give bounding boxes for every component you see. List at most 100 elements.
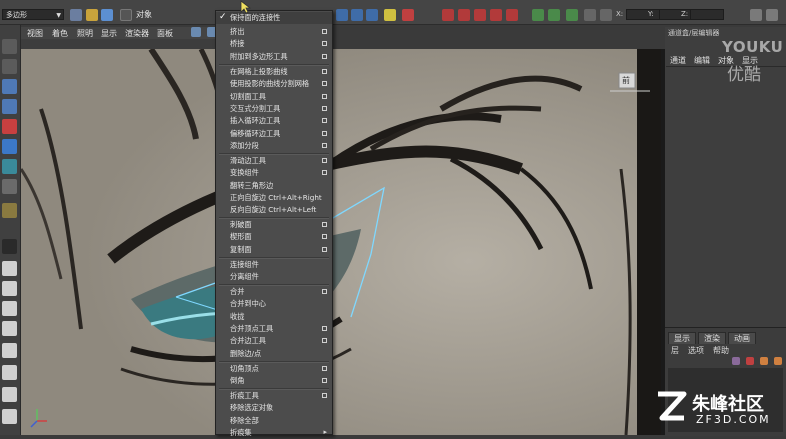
select-tool-icon[interactable] xyxy=(2,39,17,54)
menu-item-crease-sets[interactable]: 折痕集 ▸ xyxy=(216,427,332,439)
x-field[interactable] xyxy=(626,9,660,20)
layer-menu-help[interactable]: 帮助 xyxy=(713,345,729,356)
menu-item-keep-faces-together[interactable]: ✓ 保持面的连接性 xyxy=(216,12,332,25)
menu-item-remove-all[interactable]: 移除全部 xyxy=(216,415,332,427)
uv-layout-icon[interactable] xyxy=(2,409,17,424)
sidebar-toggle-icon[interactable] xyxy=(750,9,762,21)
option-box-icon[interactable] xyxy=(322,81,327,87)
menu-item-merge-vertex-tool[interactable]: 合并顶点工具 xyxy=(216,323,332,335)
option-box-icon[interactable] xyxy=(322,69,327,74)
option-box-icon[interactable] xyxy=(322,118,327,124)
magnet-icon[interactable] xyxy=(442,9,454,21)
menu-item-collapse[interactable]: 收拢 xyxy=(216,311,332,323)
option-box-icon[interactable] xyxy=(322,366,327,371)
option-box-icon[interactable] xyxy=(322,170,327,176)
menu-item-merge[interactable]: 合并 xyxy=(216,286,332,298)
ipr-render-icon[interactable] xyxy=(566,9,578,21)
menu-item-connect-components[interactable]: 连接组件 xyxy=(216,259,332,271)
viewport-menu-renderer[interactable]: 渲染器 xyxy=(125,28,149,39)
menu-item-delete-edge-vertex[interactable]: 删除边/点 xyxy=(216,348,332,360)
viewport-menu-shading[interactable]: 着色 xyxy=(52,28,68,39)
menu-item-detach-component[interactable]: 分离组件 xyxy=(216,271,332,283)
single-view-icon[interactable] xyxy=(2,261,17,276)
perspective-viewport[interactable] xyxy=(21,49,661,435)
new-layer-selected-icon[interactable] xyxy=(746,357,754,365)
rotate-tool-icon[interactable] xyxy=(2,119,17,134)
option-box-icon[interactable] xyxy=(322,378,327,384)
channel-box-menu-channels[interactable]: 通道 xyxy=(670,55,686,66)
viewport-camera-icon[interactable] xyxy=(191,27,201,37)
menu-item-bevel[interactable]: 倒角 xyxy=(216,375,332,387)
menu-set-select[interactable]: 多边形 ▼ xyxy=(2,9,64,20)
menu-item-merge-to-center[interactable]: 合并到中心 xyxy=(216,298,332,310)
option-box-icon[interactable] xyxy=(322,41,327,47)
option-box-icon[interactable] xyxy=(322,29,327,34)
option-box-icon[interactable] xyxy=(322,105,327,111)
menu-item-interactive-split[interactable]: 交互式分割工具 xyxy=(216,103,332,115)
menu-item-spin-edge-backward[interactable]: 反向自旋边 Ctrl+Alt+Left xyxy=(216,204,332,216)
viewport-menu-panels[interactable]: 面板 xyxy=(157,28,173,39)
option-box-icon[interactable] xyxy=(322,338,327,344)
option-box-icon[interactable] xyxy=(322,246,327,252)
history-icon[interactable] xyxy=(402,9,414,21)
layer-tab-anim[interactable]: 动画 xyxy=(728,332,756,344)
layer-options-icon[interactable] xyxy=(774,357,782,365)
menu-item-offset-edge-loop[interactable]: 偏移循环边工具 xyxy=(216,128,332,140)
snap-point-icon[interactable] xyxy=(366,9,378,21)
side-by-side-icon[interactable] xyxy=(2,301,17,316)
magnet-icon[interactable] xyxy=(490,9,502,21)
layer-options-icon[interactable] xyxy=(760,357,768,365)
menu-item-spin-edge-forward[interactable]: 正向自旋边 Ctrl+Alt+Right xyxy=(216,192,332,204)
option-box-icon[interactable] xyxy=(322,53,327,59)
z-field[interactable] xyxy=(690,9,724,20)
option-box-icon[interactable] xyxy=(322,234,327,240)
menu-item-insert-edge-loop[interactable]: 插入循环边工具 xyxy=(216,115,332,127)
menu-item-crease-tool[interactable]: 折痕工具 xyxy=(216,390,332,402)
snap-curve-icon[interactable] xyxy=(351,9,363,21)
menu-item-cut-faces[interactable]: 切割面工具 xyxy=(216,91,332,103)
paint-select-icon[interactable] xyxy=(2,79,17,94)
menu-item-transform-component[interactable]: 变换组件 xyxy=(216,167,332,179)
menu-item-extrude[interactable]: 挤出 xyxy=(216,26,332,38)
menu-item-split-mesh-with-curve[interactable]: 使用投影的曲线分割网格 xyxy=(216,78,332,90)
new-layer-icon[interactable] xyxy=(732,357,740,365)
option-box-icon[interactable] xyxy=(322,289,327,294)
save-icon[interactable] xyxy=(101,9,113,21)
option-box-icon[interactable] xyxy=(322,93,327,99)
channel-box-menu-edit[interactable]: 编辑 xyxy=(694,55,710,66)
outliner-layout-icon[interactable] xyxy=(2,343,17,358)
menu-item-duplicate-face[interactable]: 复制面 xyxy=(216,244,332,256)
magnet-icon[interactable] xyxy=(458,9,470,21)
soft-mod-icon[interactable] xyxy=(2,203,17,218)
menu-item-chamfer-vertex[interactable]: 切角顶点 xyxy=(216,363,332,375)
menu-item-add-divisions[interactable]: 添加分段 xyxy=(216,140,332,152)
manipulator-icon[interactable] xyxy=(2,159,17,174)
last-tool-icon[interactable] xyxy=(2,179,17,194)
option-box-icon[interactable] xyxy=(322,325,327,331)
move-tool-icon[interactable] xyxy=(2,99,17,114)
layer-menu-options[interactable]: 选项 xyxy=(688,345,704,356)
four-view-icon[interactable] xyxy=(2,281,17,296)
menu-item-remove-selected[interactable]: 移除选定对象 xyxy=(216,402,332,414)
absolute-transform-icon[interactable] xyxy=(600,9,612,21)
render-settings-icon[interactable] xyxy=(584,9,596,21)
option-box-icon[interactable] xyxy=(322,158,327,163)
viewport-menu-view[interactable]: 视图 xyxy=(27,28,43,39)
sidebar-toggle-icon[interactable] xyxy=(766,9,778,21)
option-box-icon[interactable] xyxy=(322,142,327,148)
menu-item-merge-edge-tool[interactable]: 合并边工具 xyxy=(216,335,332,347)
viewport-config-icon[interactable] xyxy=(2,239,17,254)
render-region-icon[interactable] xyxy=(532,9,544,21)
hypershade-layout-icon[interactable] xyxy=(2,365,17,380)
menu-item-bridge[interactable]: 桥接 xyxy=(216,38,332,50)
graph-editor-layout-icon[interactable] xyxy=(2,387,17,402)
menu-item-wedge-face[interactable]: 楔形面 xyxy=(216,231,332,243)
view-cube[interactable]: 前 xyxy=(610,72,650,94)
help-icon[interactable] xyxy=(384,9,396,21)
render-view-icon[interactable] xyxy=(548,9,560,21)
menu-item-project-curve[interactable]: 在网格上投影曲线 xyxy=(216,66,332,78)
persp-graph-icon[interactable] xyxy=(2,321,17,336)
layer-menu-layers[interactable]: 层 xyxy=(671,345,679,356)
lasso-tool-icon[interactable] xyxy=(2,59,17,74)
viewport-menu-lighting[interactable]: 照明 xyxy=(77,28,93,39)
